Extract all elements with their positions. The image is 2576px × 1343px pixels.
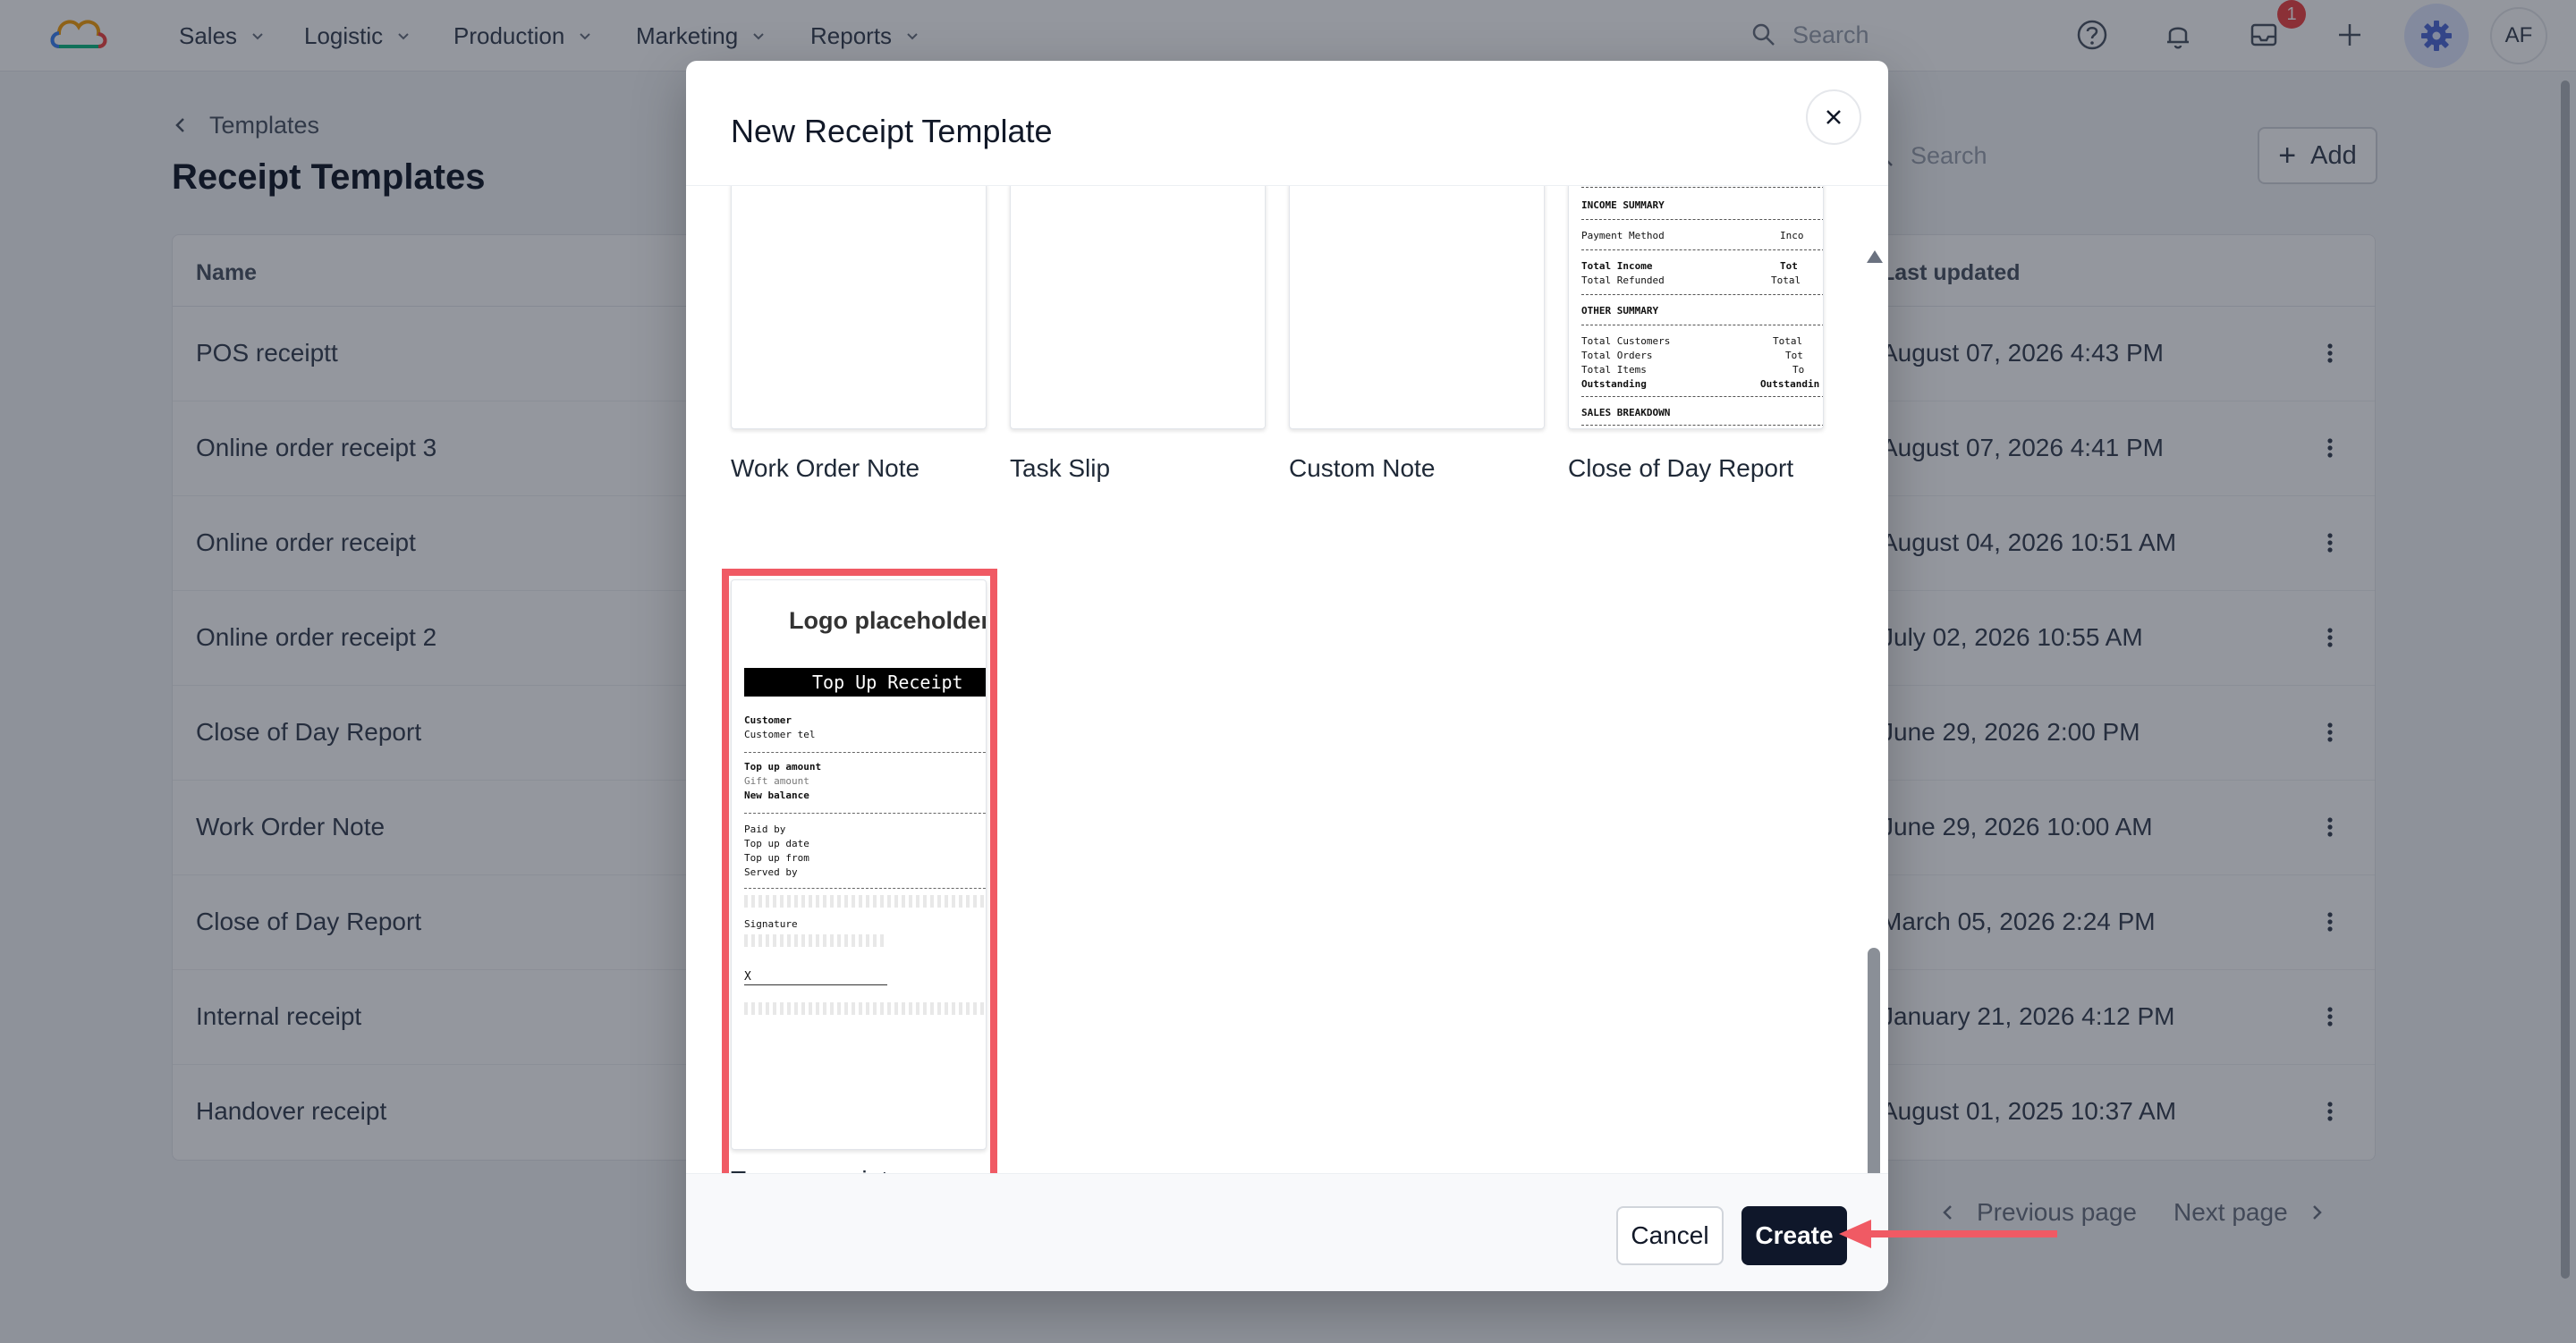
preview-text: Total	[1771, 275, 1801, 286]
template-label: Close of Day Report	[1568, 454, 1794, 482]
preview-divider	[1581, 396, 1823, 397]
preview-text: To	[1792, 364, 1805, 376]
annotation-arrow-icon	[1839, 1220, 2057, 1248]
dialog-title: New Receipt Template	[731, 113, 1053, 149]
preview-text: Total Refunded	[1581, 275, 1665, 286]
preview-text: Payment Method	[1581, 230, 1665, 241]
new-receipt-template-dialog: New Receipt Template Work Order Note Tas…	[686, 61, 1888, 1291]
template-label: Custom Note	[1289, 454, 1436, 482]
template-card-work-order-note[interactable]	[731, 186, 987, 429]
preview-divider	[1581, 187, 1823, 188]
dialog-header: New Receipt Template	[686, 61, 1888, 186]
close-dialog-button[interactable]	[1806, 89, 1861, 145]
preview-text: Tot	[1785, 350, 1803, 361]
template-card-close-of-day-report[interactable]: INCOME SUMMARY Payment Method Inco Total…	[1568, 186, 1824, 429]
preview-divider	[1581, 219, 1823, 220]
preview-divider	[1581, 294, 1823, 295]
cancel-button[interactable]: Cancel	[1616, 1206, 1724, 1265]
preview-text: Tot	[1780, 260, 1798, 272]
preview-text: OTHER SUMMARY	[1581, 305, 1659, 317]
preview-text: Outstanding	[1581, 378, 1647, 390]
preview-divider	[1581, 249, 1823, 250]
preview-divider	[1581, 425, 1823, 426]
template-label: Task Slip	[1010, 454, 1111, 482]
preview-text: Total Items	[1581, 364, 1647, 376]
scroll-up-arrow-icon[interactable]	[1867, 250, 1883, 263]
template-label: Work Order Note	[731, 454, 920, 482]
preview-text: SALES BREAKDOWN	[1581, 407, 1671, 418]
preview-text: Total Income	[1581, 260, 1653, 272]
preview-text: Total	[1773, 335, 1803, 347]
preview-text: Inco	[1780, 230, 1804, 241]
selected-template-highlight	[722, 569, 997, 1209]
preview-text: Total Customers	[1581, 335, 1671, 347]
preview-text: Total Orders	[1581, 350, 1653, 361]
preview-text: INCOME SUMMARY	[1581, 199, 1665, 211]
close-icon	[1826, 110, 1841, 124]
template-card-task-slip[interactable]	[1010, 186, 1266, 429]
preview-text: Outstandin	[1760, 378, 1820, 390]
template-card-custom-note[interactable]	[1289, 186, 1545, 429]
template-gallery: Work Order Note Task Slip Custom Note IN…	[686, 186, 1888, 1234]
